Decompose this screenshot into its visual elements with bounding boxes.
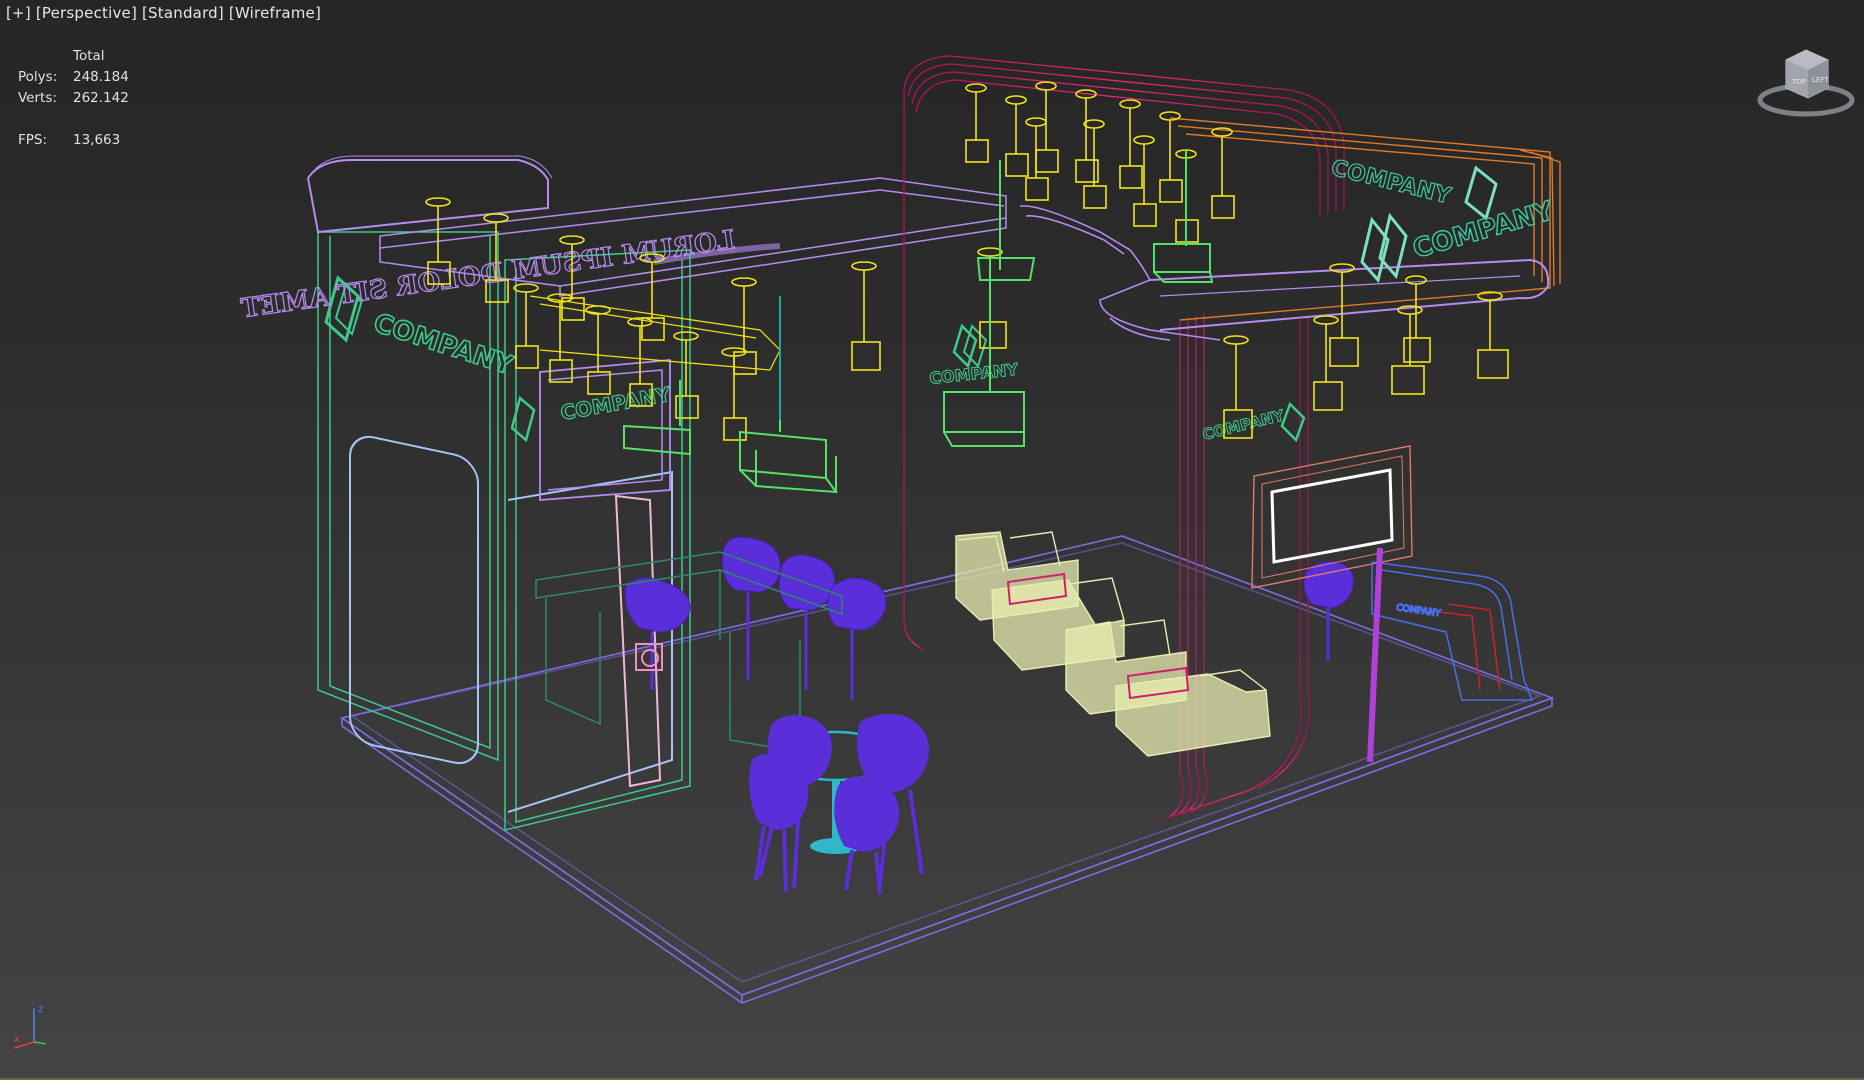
light-fixture [1403,275,1431,363]
light-fixture [1005,95,1029,177]
round-table-set[interactable] [749,714,929,895]
hanging-box [943,258,1025,447]
reception-counter[interactable]: COMPANY [1367,547,1534,763]
hanging-box [1153,150,1214,283]
arch-company-text: COMPANY [928,360,1019,388]
header-banner-text: LORUM IPSUM DOLOR SIT AMET [239,225,737,324]
light-fixture [1133,135,1157,227]
light-fixture [851,261,881,371]
table-chair [834,776,900,895]
lounge-sofas[interactable] [955,531,1271,757]
floor-platform[interactable] [340,535,1555,1004]
left-wall-company-text: COMPANY [370,308,518,382]
viewcube-face-left: LEFT [1812,76,1829,84]
bar-stool [827,577,887,700]
axis-tripod-icon: z x [8,998,52,1052]
axis-z-label: z [38,1004,43,1015]
perspective-viewport[interactable]: [+] [Perspective] [Standard] [Wireframe]… [0,0,1864,1080]
side-canopy-company-text-mirrored: COMPANY [1329,156,1455,210]
axis-x-label: x [14,1034,20,1045]
side-canopy-company-text: COMPANY [1410,196,1558,265]
sofa [1115,669,1271,757]
inner-panel-company-text: COMPANY [559,382,673,425]
light-fixture [1313,315,1343,411]
light-fixture [1391,305,1425,395]
viewcube-icon[interactable]: TOP LEFT [1756,40,1856,120]
light-fixture [673,331,699,419]
light-fixture [1083,119,1107,209]
reception-counter-company-text: COMPANY [1396,603,1442,619]
light-fixture [1035,81,1059,173]
light-fixture [1025,117,1049,201]
light-fixture [585,305,611,395]
light-fixture [1477,291,1509,379]
light-fixture [721,347,747,441]
bar-stool [778,554,835,690]
hanging-display-boxes[interactable] [623,150,1214,494]
light-fixture [1211,127,1235,219]
header-beam[interactable]: LORUM IPSUM DOLOR SIT AMET [238,177,1007,325]
light-fixture [977,247,1007,349]
arch-logos: COMPANY COMPANY [928,323,1306,444]
wireframe-scene[interactable]: COMPANY COMPANY LORUM IPSUM DOLOR SIT AM… [0,0,1864,1080]
bar-stool [722,536,781,680]
viewcube-face-top: TOP [1791,78,1806,86]
light-fixture [965,83,989,163]
bar-stool [624,577,691,690]
